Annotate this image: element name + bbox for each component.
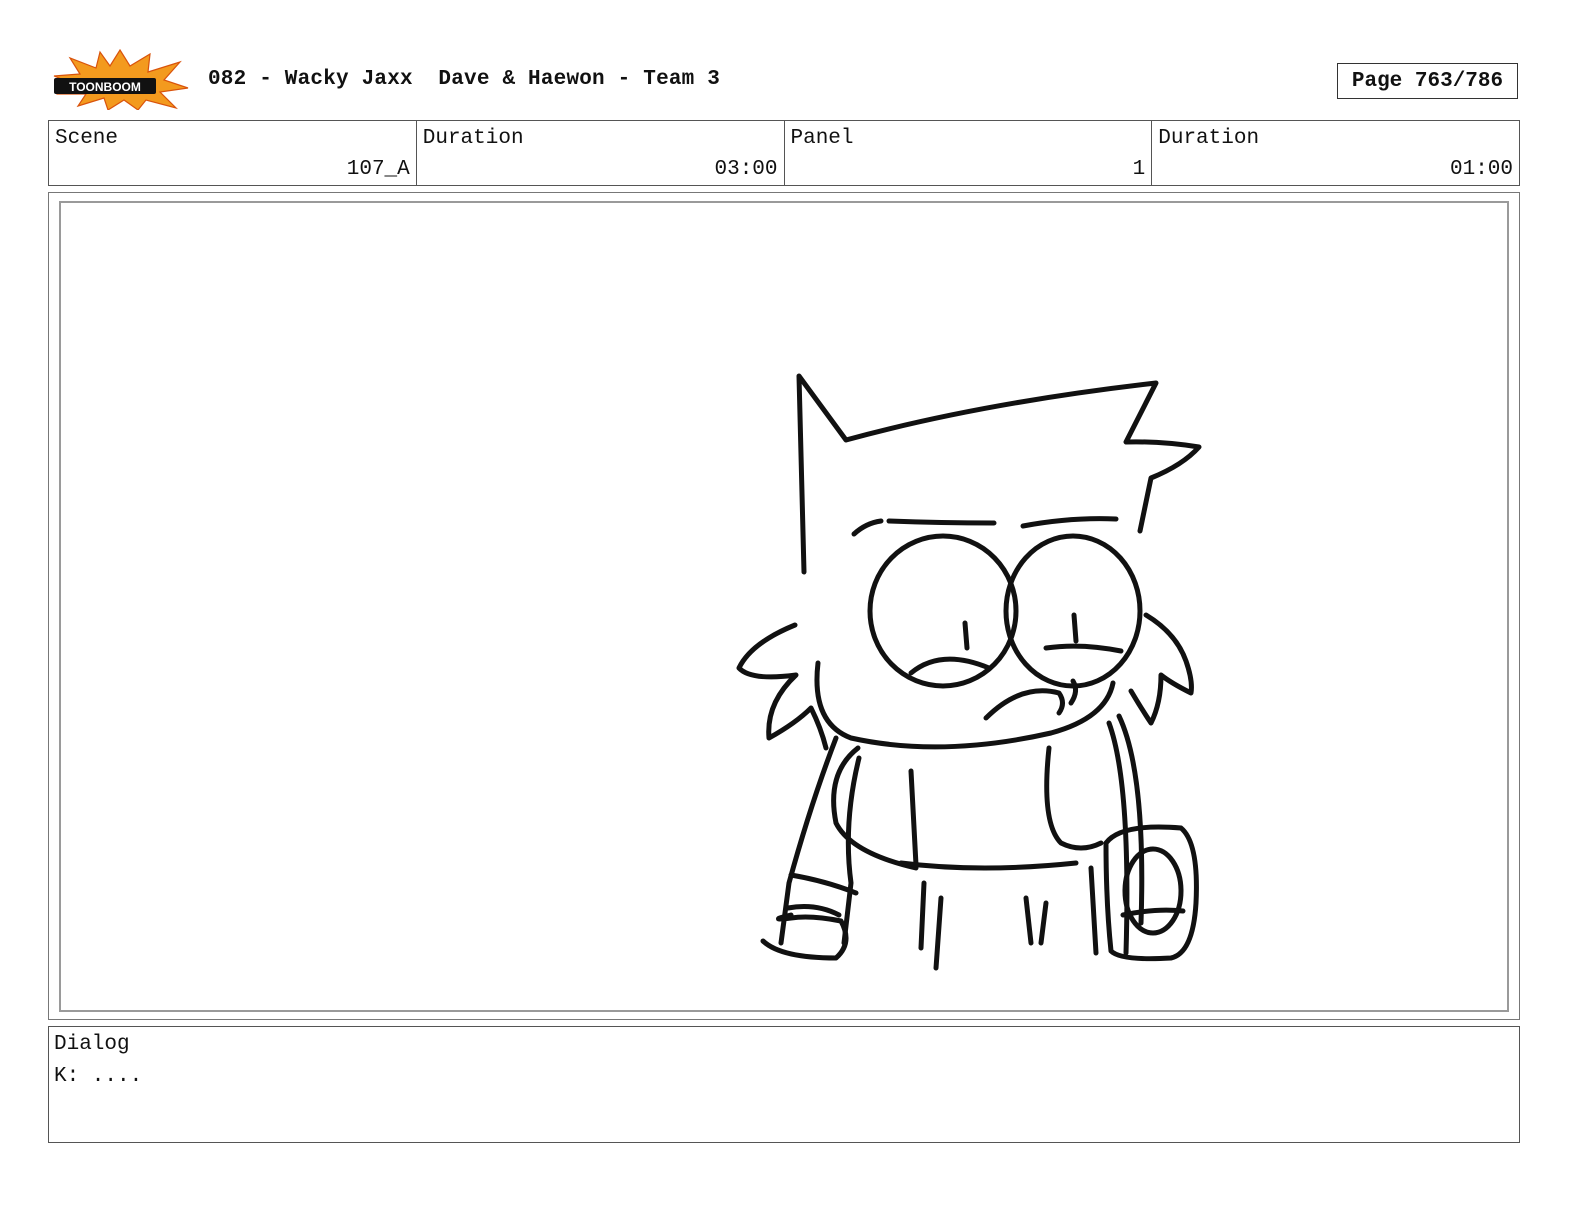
left-hand: [760, 912, 849, 961]
left-leg-b: [933, 895, 944, 971]
right-hand: [1122, 846, 1184, 936]
left-hand-line: [785, 904, 842, 918]
left-eye: [867, 533, 1019, 689]
panel-frame: [48, 192, 1520, 1020]
right-leg: [1023, 895, 1034, 946]
right-eye: [1003, 533, 1143, 689]
dialog-box: Dialog K: ....: [48, 1026, 1520, 1143]
character-sketch: [736, 373, 1202, 971]
left-arm-inner: [841, 755, 862, 946]
right-leg-b: [1038, 900, 1049, 946]
dialog-label: Dialog: [54, 1033, 130, 1056]
page-number: Page 763/786: [1337, 63, 1518, 99]
logo-text: TOONBOOM: [69, 80, 141, 94]
hair-left-tuft: [736, 622, 829, 751]
panel-duration-cell: Duration 01:00: [1152, 121, 1519, 185]
left-cuff: [788, 872, 859, 896]
mouth: [983, 688, 1065, 721]
scene-cell: Scene 107_A: [49, 121, 417, 185]
right-pupil: [1071, 612, 1079, 644]
left-eyebrow-main: [886, 518, 997, 526]
left-eyebrow: [851, 518, 884, 537]
panel-duration-value: 01:00: [1449, 158, 1513, 181]
storyboard-title: 082 - Wacky Jaxx Dave & Haewon - Team 3: [208, 68, 721, 91]
right-arm-inner: [1088, 865, 1099, 956]
panel-cell: Panel 1: [785, 121, 1153, 185]
torso-bottom: [898, 860, 1079, 871]
right-eyebrow: [1020, 516, 1119, 529]
neck-line: [908, 768, 919, 868]
left-pupil: [962, 620, 970, 651]
torso-right: [1044, 745, 1104, 851]
left-leg: [918, 880, 927, 951]
scene-value: 107_A: [346, 158, 410, 181]
scene-duration-label: Duration: [422, 127, 524, 150]
panel-drawing-area: [59, 201, 1509, 1012]
left-eye-lid: [908, 656, 992, 676]
panel-value: 1: [1132, 158, 1146, 181]
right-eye-lid: [1043, 643, 1124, 654]
toonboom-logo: TOONBOOM: [53, 48, 189, 110]
face-outline: [814, 660, 1116, 750]
scene-label: Scene: [55, 127, 119, 150]
panel-label: Panel: [790, 127, 854, 150]
scene-duration-value: 03:00: [714, 158, 778, 181]
panel-duration-label: Duration: [1158, 127, 1260, 150]
scene-duration-cell: Duration 03:00: [417, 121, 785, 185]
hair-outline: [796, 373, 1202, 575]
dialog-text: K: ....: [54, 1065, 143, 1088]
scene-info-table: Scene 107_A Duration 03:00 Panel 1 Durat…: [48, 120, 1520, 186]
